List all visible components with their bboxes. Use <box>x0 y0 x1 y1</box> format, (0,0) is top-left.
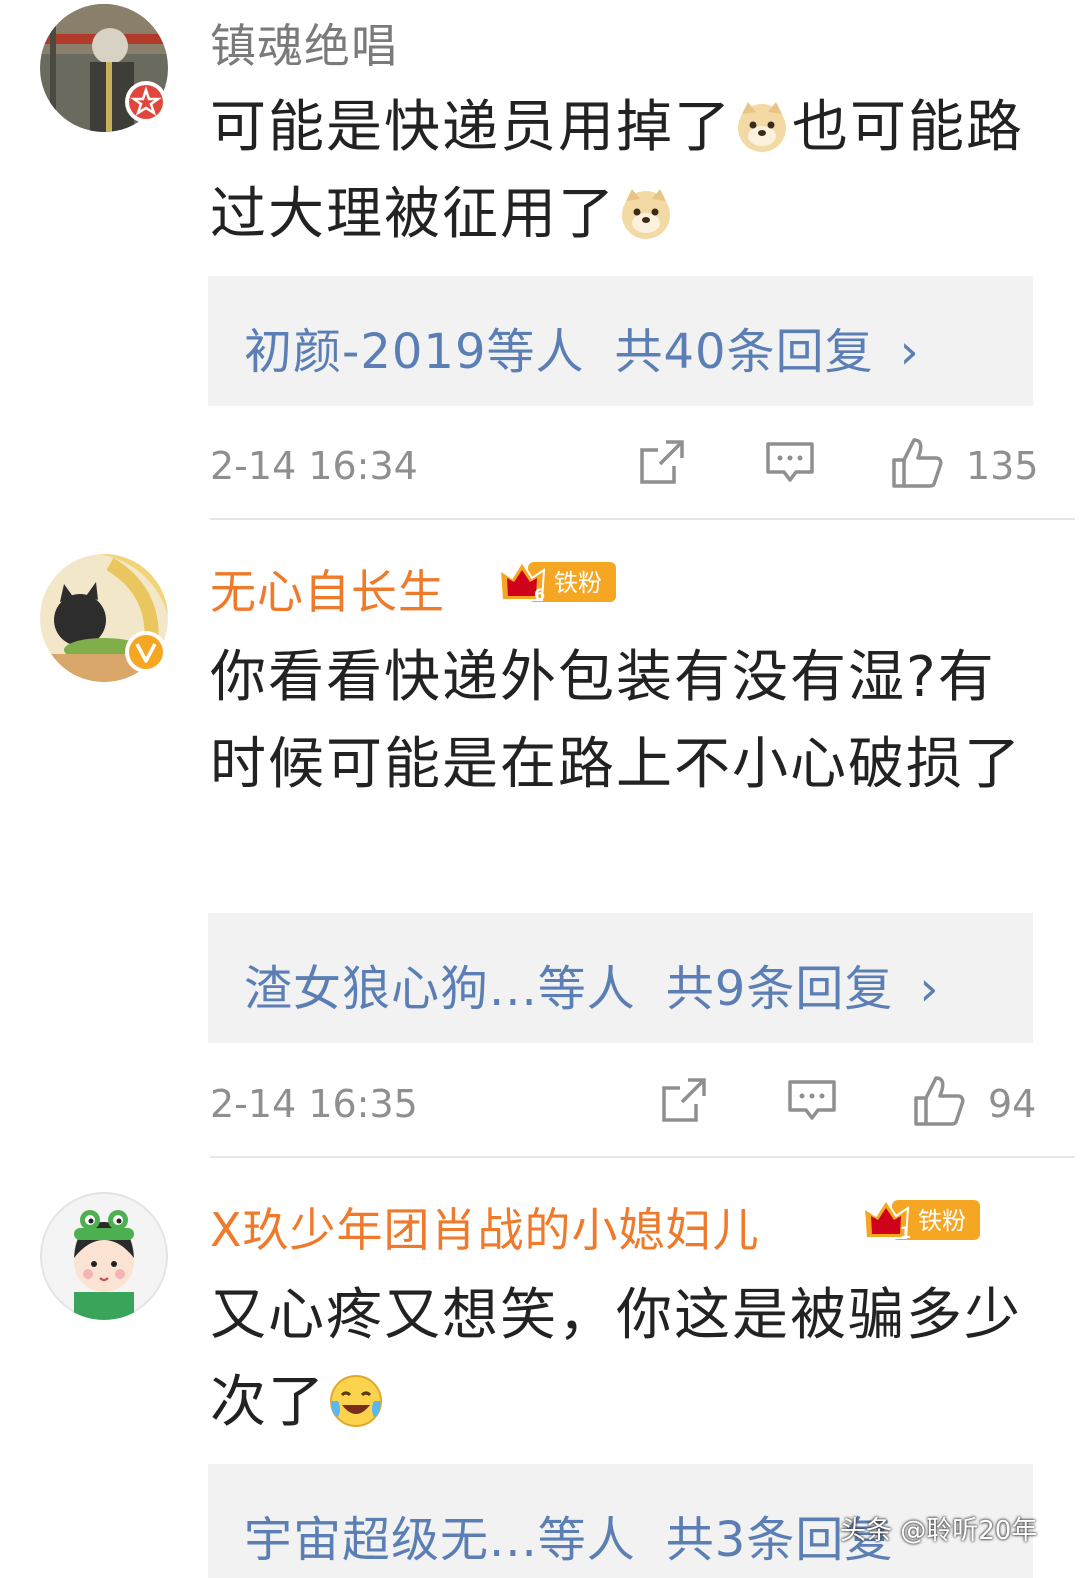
username[interactable]: 镇魂绝唱 <box>210 10 398 76</box>
comment-meta: 2-14 16:35 94 <box>210 1074 1037 1134</box>
reply-users[interactable]: 宇宙超级无...等人 <box>244 1512 636 1568</box>
doge-emoji <box>738 102 786 152</box>
doge-emoji <box>622 189 670 239</box>
like-count: 135 <box>966 444 1039 488</box>
chevron-right-icon: › <box>919 961 940 1017</box>
crown-badge-icon: 6 铁粉 <box>498 560 616 604</box>
comment-text: 可能是快递员用掉了 也可能路过大理被征用了 <box>210 95 1024 247</box>
avatar[interactable] <box>40 4 168 132</box>
svg-text:铁粉: 铁粉 <box>554 569 602 597</box>
reply-summary[interactable]: 初颜-2019等人 共40条回复 › <box>208 276 1033 406</box>
timestamp: 2-14 16:35 <box>210 1082 418 1126</box>
reply-users[interactable]: 渣女狼心狗...等人 <box>244 961 636 1017</box>
avatar[interactable] <box>40 554 168 682</box>
reply-count[interactable]: 共40条回复 <box>614 324 873 380</box>
comment-text: 又心疼又想笑，你这是被骗多少次了 <box>210 1283 1022 1435</box>
crown-badge-icon: 1 铁粉 <box>862 1198 980 1242</box>
like-icon[interactable] <box>912 1074 966 1128</box>
avatar[interactable] <box>40 1192 168 1320</box>
comment-meta: 2-14 16:34 135 <box>210 436 1039 496</box>
username[interactable]: 无心自长生 <box>210 556 445 622</box>
chevron-right-icon: › <box>899 324 920 380</box>
reply-summary[interactable]: 渣女狼心狗...等人 共9条回复 › <box>208 913 1033 1043</box>
svg-text:6: 6 <box>534 585 545 604</box>
laugh-cry-emoji <box>330 1375 382 1427</box>
share-icon[interactable] <box>636 436 688 488</box>
watermark: 头条 @聆听20年 <box>840 1516 1038 1546</box>
reply-count[interactable]: 共9条回复 <box>666 961 894 1017</box>
comment-icon[interactable] <box>764 436 816 488</box>
verified-badge-icon <box>125 631 167 673</box>
reply-users[interactable]: 初颜-2019等人 <box>244 324 584 380</box>
divider <box>210 1156 1075 1158</box>
comment-icon[interactable] <box>786 1074 838 1126</box>
timestamp: 2-14 16:34 <box>210 444 418 488</box>
comment-text: 你看看快递外包装有没有湿?有时候可能是在路上不小心破损了 <box>210 645 1022 797</box>
svg-text:铁粉: 铁粉 <box>918 1207 966 1235</box>
like-count: 94 <box>988 1082 1037 1126</box>
share-icon[interactable] <box>658 1074 710 1126</box>
comment-list: 镇魂绝唱 可能是快递员用掉了 也可能路过大理被征用了 初颜-2019等人 共40条回… <box>0 0 1080 1578</box>
divider <box>210 518 1075 520</box>
like-icon[interactable] <box>890 436 944 490</box>
svg-text:1: 1 <box>900 1223 911 1242</box>
verified-badge-icon <box>125 81 167 123</box>
username[interactable]: X玖少年团肖战的小媳妇儿 <box>210 1194 760 1260</box>
